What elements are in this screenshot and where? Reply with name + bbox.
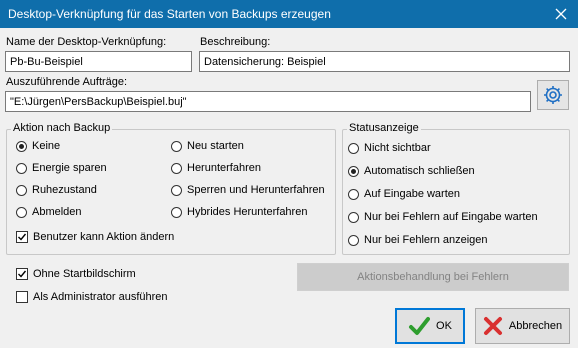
ok-button[interactable]: OK: [395, 308, 465, 344]
radio-dot: [16, 162, 27, 174]
description-field[interactable]: [199, 51, 570, 72]
radio-dot: [16, 184, 27, 196]
radio-dot: [348, 211, 359, 223]
no-splash-checkbox[interactable]: Ohne Startbildschirm: [16, 268, 136, 280]
checkmark-icon: [18, 270, 27, 278]
shortcut-name-label: Name der Desktop-Verknüpfung:: [6, 36, 167, 48]
jobs-field[interactable]: [5, 91, 531, 112]
status-group-legend: Statusanzeige: [347, 122, 421, 134]
shortcut-name-field[interactable]: [5, 51, 192, 72]
radio-herunterfahren[interactable]: Herunterfahren: [171, 162, 261, 174]
radio-dot: [16, 206, 27, 218]
gear-icon: [544, 86, 562, 104]
radio-neu-starten[interactable]: Neu starten: [171, 140, 244, 152]
radio-auf-eingabe-warten[interactable]: Auf Eingabe warten: [348, 188, 460, 200]
error-handling-button[interactable]: Aktionsbehandlung bei Fehlern: [297, 263, 569, 291]
close-icon: [555, 8, 567, 20]
radio-nur-bei-fehlern-warten[interactable]: Nur bei Fehlern auf Eingabe warten: [348, 211, 538, 223]
radio-dot: [348, 234, 359, 246]
job-settings-button[interactable]: [537, 80, 569, 110]
checkmark-icon: [18, 233, 27, 241]
radio-nur-bei-fehlern-anzeigen[interactable]: Nur bei Fehlern anzeigen: [348, 234, 488, 246]
radio-dot: [348, 142, 359, 154]
description-label: Beschreibung:: [200, 36, 271, 48]
action-group-legend: Aktion nach Backup: [11, 122, 113, 134]
run-as-admin-checkbox[interactable]: Als Administrator ausführen: [16, 291, 168, 303]
window-title: Desktop-Verknüpfung für das Starten von …: [8, 7, 331, 21]
radio-dot: [171, 140, 182, 152]
checkbox-box: [16, 231, 28, 243]
checkbox-box: [16, 268, 28, 280]
cross-icon: [483, 317, 502, 335]
radio-dot: [348, 188, 359, 200]
cancel-button[interactable]: Abbrechen: [475, 308, 570, 344]
radio-abmelden[interactable]: Abmelden: [16, 206, 82, 218]
radio-dot: [16, 140, 27, 152]
radio-keine[interactable]: Keine: [16, 140, 60, 152]
checkbox-box: [16, 291, 28, 303]
jobs-label: Auszuführende Aufträge:: [6, 76, 128, 88]
radio-ruhezustand[interactable]: Ruhezustand: [16, 184, 97, 196]
close-button[interactable]: [544, 0, 578, 28]
radio-automatisch-schliessen[interactable]: Automatisch schließen: [348, 165, 475, 177]
radio-dot: [171, 206, 182, 218]
radio-energie-sparen[interactable]: Energie sparen: [16, 162, 107, 174]
checkmark-icon: [409, 317, 431, 335]
radio-sperren-und-herunterfahren[interactable]: Sperren und Herunterfahren: [171, 184, 325, 196]
title-bar: Desktop-Verknüpfung für das Starten von …: [0, 0, 578, 28]
radio-dot: [171, 184, 182, 196]
radio-nicht-sichtbar[interactable]: Nicht sichtbar: [348, 142, 431, 154]
user-can-change-checkbox[interactable]: Benutzer kann Aktion ändern: [16, 231, 174, 243]
radio-dot: [348, 165, 359, 177]
radio-dot: [171, 162, 182, 174]
radio-hybrides-herunterfahren[interactable]: Hybrides Herunterfahren: [171, 206, 307, 218]
